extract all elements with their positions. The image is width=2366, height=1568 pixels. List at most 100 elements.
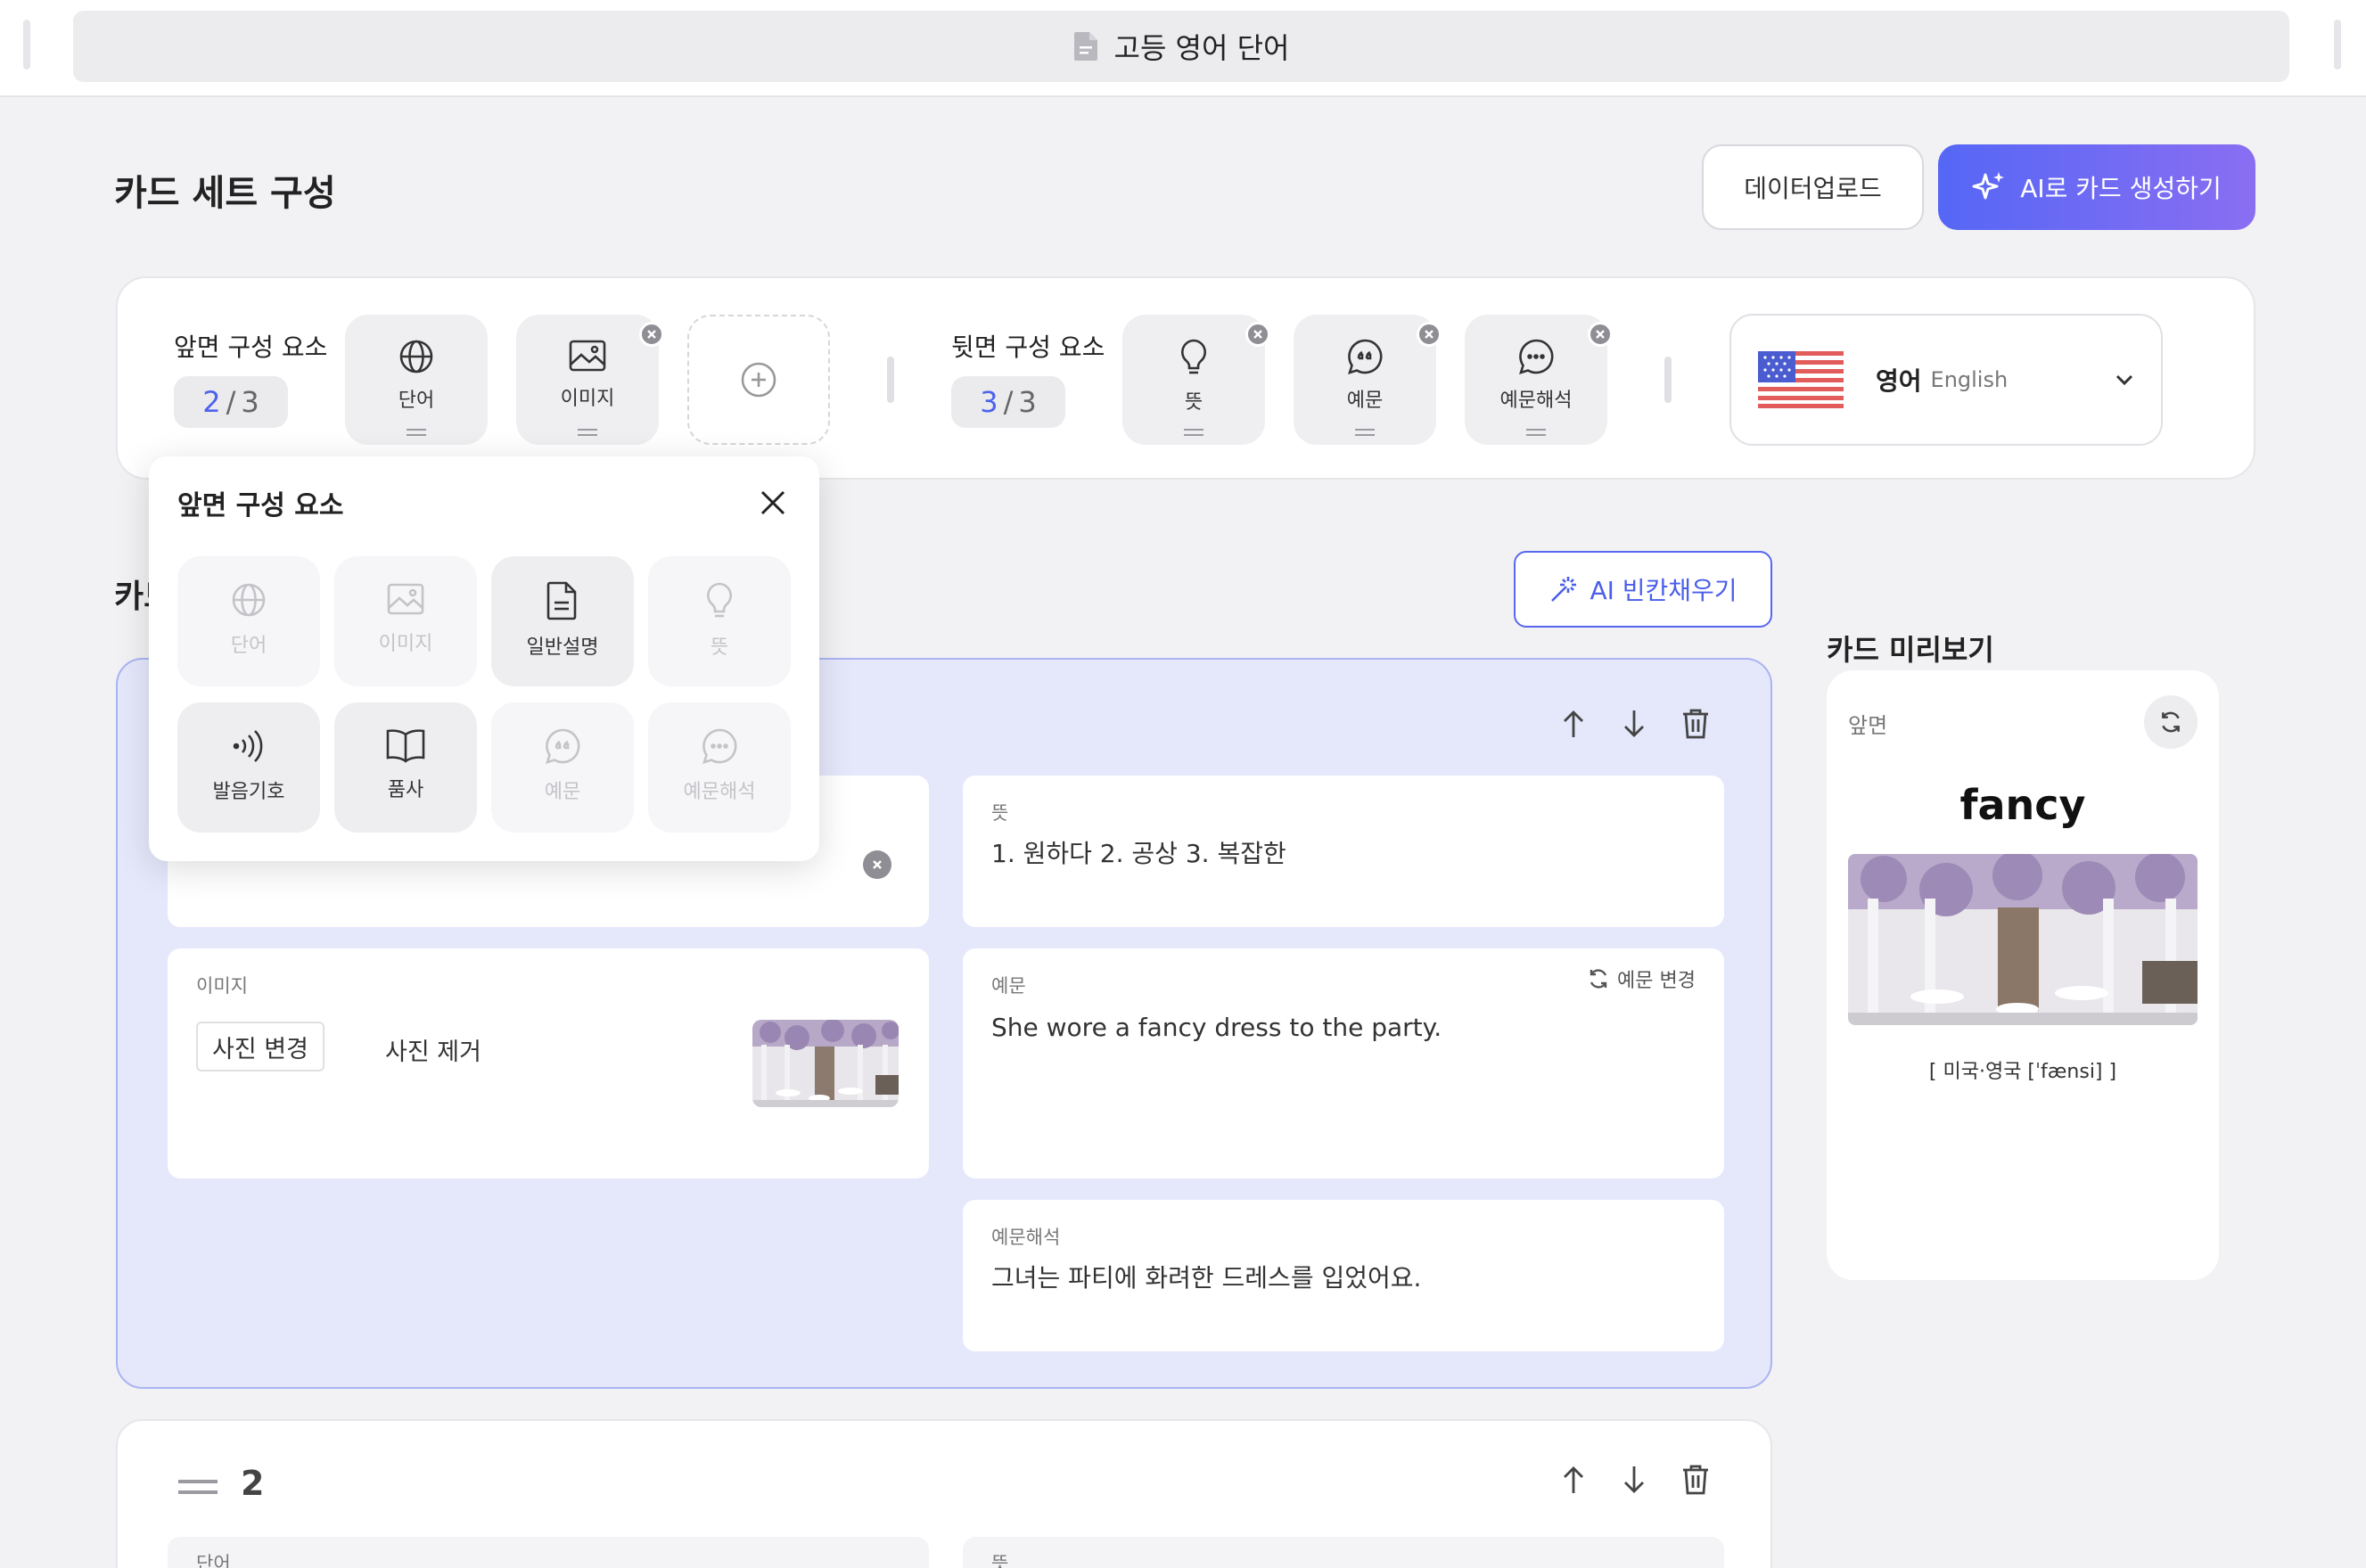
ai-generate-cards-button[interactable]: AI로 카드 생성하기 <box>1938 144 2255 230</box>
image-label: 이미지 <box>196 975 248 997</box>
chat-icon <box>701 727 738 765</box>
translation-label: 예문해석 <box>991 1227 1061 1248</box>
divider <box>887 357 894 403</box>
plus-circle-icon <box>740 361 777 398</box>
card-preview[interactable]: 앞면 fancy [ 미국·영국 [ˈfænsi] ] <box>1827 670 2219 1280</box>
option-image: 이미지 <box>334 556 477 686</box>
example-translation-field[interactable]: 예문해석 그녀는 파티에 화려한 드레스를 입었어요. <box>963 1200 1724 1351</box>
option-label: 예문 <box>544 781 581 803</box>
back-tile-example[interactable]: 예문 <box>1294 315 1442 445</box>
change-example-label: 예문 변경 <box>1617 970 1696 992</box>
add-front-component-button[interactable] <box>687 315 830 445</box>
option-label: 품사 <box>387 779 424 801</box>
chevron-down-icon <box>2115 374 2134 386</box>
back-tile-meaning[interactable]: 뜻 <box>1122 315 1270 445</box>
clear-icon[interactable] <box>863 850 891 879</box>
word-label: 단어 <box>196 1553 231 1568</box>
option-label: 이미지 <box>378 633 433 655</box>
drag-handle-icon[interactable] <box>1184 429 1204 436</box>
example-value[interactable]: She wore a fancy dress to the party. <box>991 1013 1442 1042</box>
refresh-icon <box>1587 967 1610 990</box>
option-label: 예문해석 <box>683 781 756 803</box>
card-actions <box>1560 708 1710 740</box>
change-example-button[interactable]: 예문 변경 <box>1587 965 1696 993</box>
us-flag-icon <box>1758 351 1844 408</box>
front-components-label: 앞면 구성 요소 <box>174 332 328 362</box>
document-title-bar[interactable]: 고등 영어 단어 <box>73 11 2289 82</box>
example-label: 예문 <box>991 975 1026 997</box>
chat-icon <box>1517 338 1555 375</box>
document-title: 고등 영어 단어 <box>1113 31 1290 65</box>
document-icon <box>546 581 579 620</box>
remove-icon[interactable] <box>1588 322 1613 347</box>
drag-handle-icon[interactable] <box>407 429 426 436</box>
card-number: 2 <box>241 1464 265 1503</box>
popover-title: 앞면 구성 요소 <box>177 490 344 521</box>
quote-icon <box>1346 338 1384 375</box>
magic-wand-icon <box>1549 574 1579 604</box>
drag-handle-icon[interactable] <box>1526 429 1546 436</box>
option-part-of-speech[interactable]: 품사 <box>334 702 477 833</box>
meaning-value[interactable]: 1. 원하다 2. 공상 3. 복잡한 <box>991 834 1286 870</box>
language-name: 영어 <box>1876 366 1922 396</box>
move-down-icon[interactable] <box>1621 1465 1647 1495</box>
flip-card-button[interactable] <box>2144 695 2198 749</box>
right-edge-handle <box>2334 20 2341 70</box>
change-photo-button[interactable]: 사진 변경 <box>196 1022 325 1071</box>
remove-photo-button[interactable]: 사진 제거 <box>385 1032 481 1067</box>
move-up-icon[interactable] <box>1560 1465 1587 1495</box>
meaning-field[interactable]: 뜻 <box>963 1537 1724 1568</box>
language-sub: English <box>1930 367 2009 392</box>
option-label: 발음기호 <box>212 781 285 803</box>
card-preview-title: 카드 미리보기 <box>1827 633 1994 667</box>
ai-fill-blanks-button[interactable]: AI 빈칸채우기 <box>1514 551 1772 628</box>
language-select[interactable]: 영어 English <box>1729 314 2163 446</box>
sparkles-icon <box>1972 170 2006 204</box>
document-icon <box>1073 31 1098 62</box>
option-meaning: 뜻 <box>648 556 791 686</box>
option-general-description[interactable]: 일반설명 <box>491 556 634 686</box>
option-pronunciation[interactable]: 발음기호 <box>177 702 320 833</box>
card-editor-2[interactable]: 2 단어 뜻 <box>116 1419 1772 1568</box>
example-field[interactable]: 예문 예문 변경 She wore a fancy dress to the p… <box>963 948 1724 1178</box>
front-tile-word-label: 단어 <box>398 390 435 412</box>
sound-icon <box>230 727 267 765</box>
globe-icon <box>230 581 267 619</box>
image-field: 이미지 사진 변경 사진 제거 <box>168 948 929 1178</box>
option-label: 단어 <box>230 635 267 657</box>
front-components-popover: 앞면 구성 요소 단어 이미지 일반설명 뜻 발음기호 품사 예문 예문해석 <box>149 456 819 861</box>
front-tile-image[interactable]: 이미지 <box>516 315 664 445</box>
image-icon <box>386 581 425 617</box>
drag-handle-icon[interactable] <box>578 429 597 436</box>
meaning-field[interactable]: 뜻 1. 원하다 2. 공상 3. 복잡한 <box>963 776 1724 927</box>
image-icon <box>568 338 607 374</box>
remove-icon[interactable] <box>1417 322 1442 347</box>
drag-handle-icon[interactable] <box>178 1480 218 1494</box>
trash-icon[interactable] <box>1681 1464 1710 1496</box>
lightbulb-icon <box>1176 338 1212 377</box>
move-up-icon[interactable] <box>1560 709 1587 739</box>
preview-image <box>1848 854 2198 1025</box>
front-tile-word[interactable]: 단어 <box>345 315 488 445</box>
page-title: 카드 세트 구성 <box>114 173 336 214</box>
card-image-thumbnail <box>752 1020 899 1107</box>
back-tile-meaning-label: 뜻 <box>1184 391 1204 414</box>
drag-handle-icon[interactable] <box>1355 429 1375 436</box>
remove-icon[interactable] <box>639 322 664 347</box>
globe-icon <box>398 338 435 375</box>
close-icon[interactable] <box>759 488 787 517</box>
option-word: 단어 <box>177 556 320 686</box>
data-upload-button[interactable]: 데이터업로드 <box>1702 144 1924 230</box>
word-field[interactable]: 단어 <box>168 1537 929 1568</box>
remove-icon[interactable] <box>1245 322 1270 347</box>
quote-icon <box>544 727 581 765</box>
preview-pronunciation: [ 미국·영국 [ˈfænsi] ] <box>1928 1061 2117 1083</box>
trash-icon[interactable] <box>1681 708 1710 740</box>
back-tile-example-label: 예문 <box>1346 390 1384 412</box>
back-tile-translation-label: 예문해석 <box>1499 390 1573 412</box>
move-down-icon[interactable] <box>1621 709 1647 739</box>
meaning-label: 뜻 <box>991 1553 1009 1568</box>
back-tile-example-translation[interactable]: 예문해석 <box>1465 315 1613 445</box>
book-icon <box>385 727 426 763</box>
translation-value[interactable]: 그녀는 파티에 화려한 드레스를 입었어요. <box>991 1259 1421 1294</box>
